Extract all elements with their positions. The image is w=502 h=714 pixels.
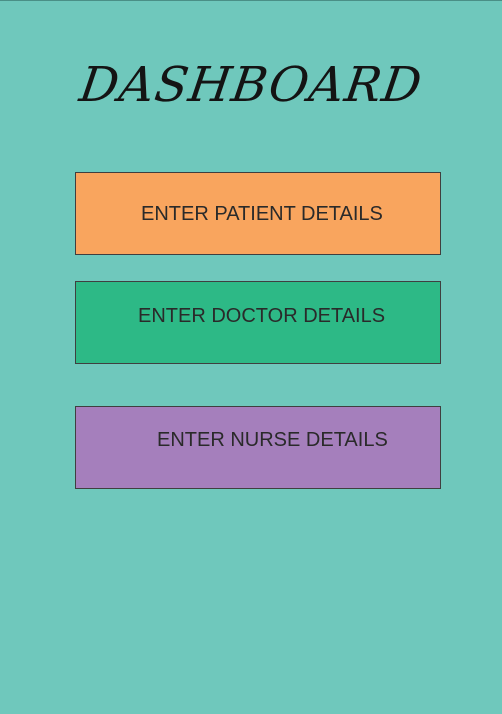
enter-doctor-details-label: ENTER DOCTOR DETAILS <box>138 305 386 327</box>
dashboard-screen: DASHBOARD ENTER PATIENT DETAILS ENTER DO… <box>0 0 502 714</box>
enter-nurse-details-label: ENTER NURSE DETAILS <box>157 429 388 451</box>
enter-patient-details-button[interactable]: ENTER PATIENT DETAILS <box>75 172 441 255</box>
enter-nurse-details-button[interactable]: ENTER NURSE DETAILS <box>75 406 441 489</box>
page-title: DASHBOARD <box>76 57 426 113</box>
enter-patient-details-label: ENTER PATIENT DETAILS <box>141 203 383 225</box>
enter-doctor-details-button[interactable]: ENTER DOCTOR DETAILS <box>75 281 441 364</box>
